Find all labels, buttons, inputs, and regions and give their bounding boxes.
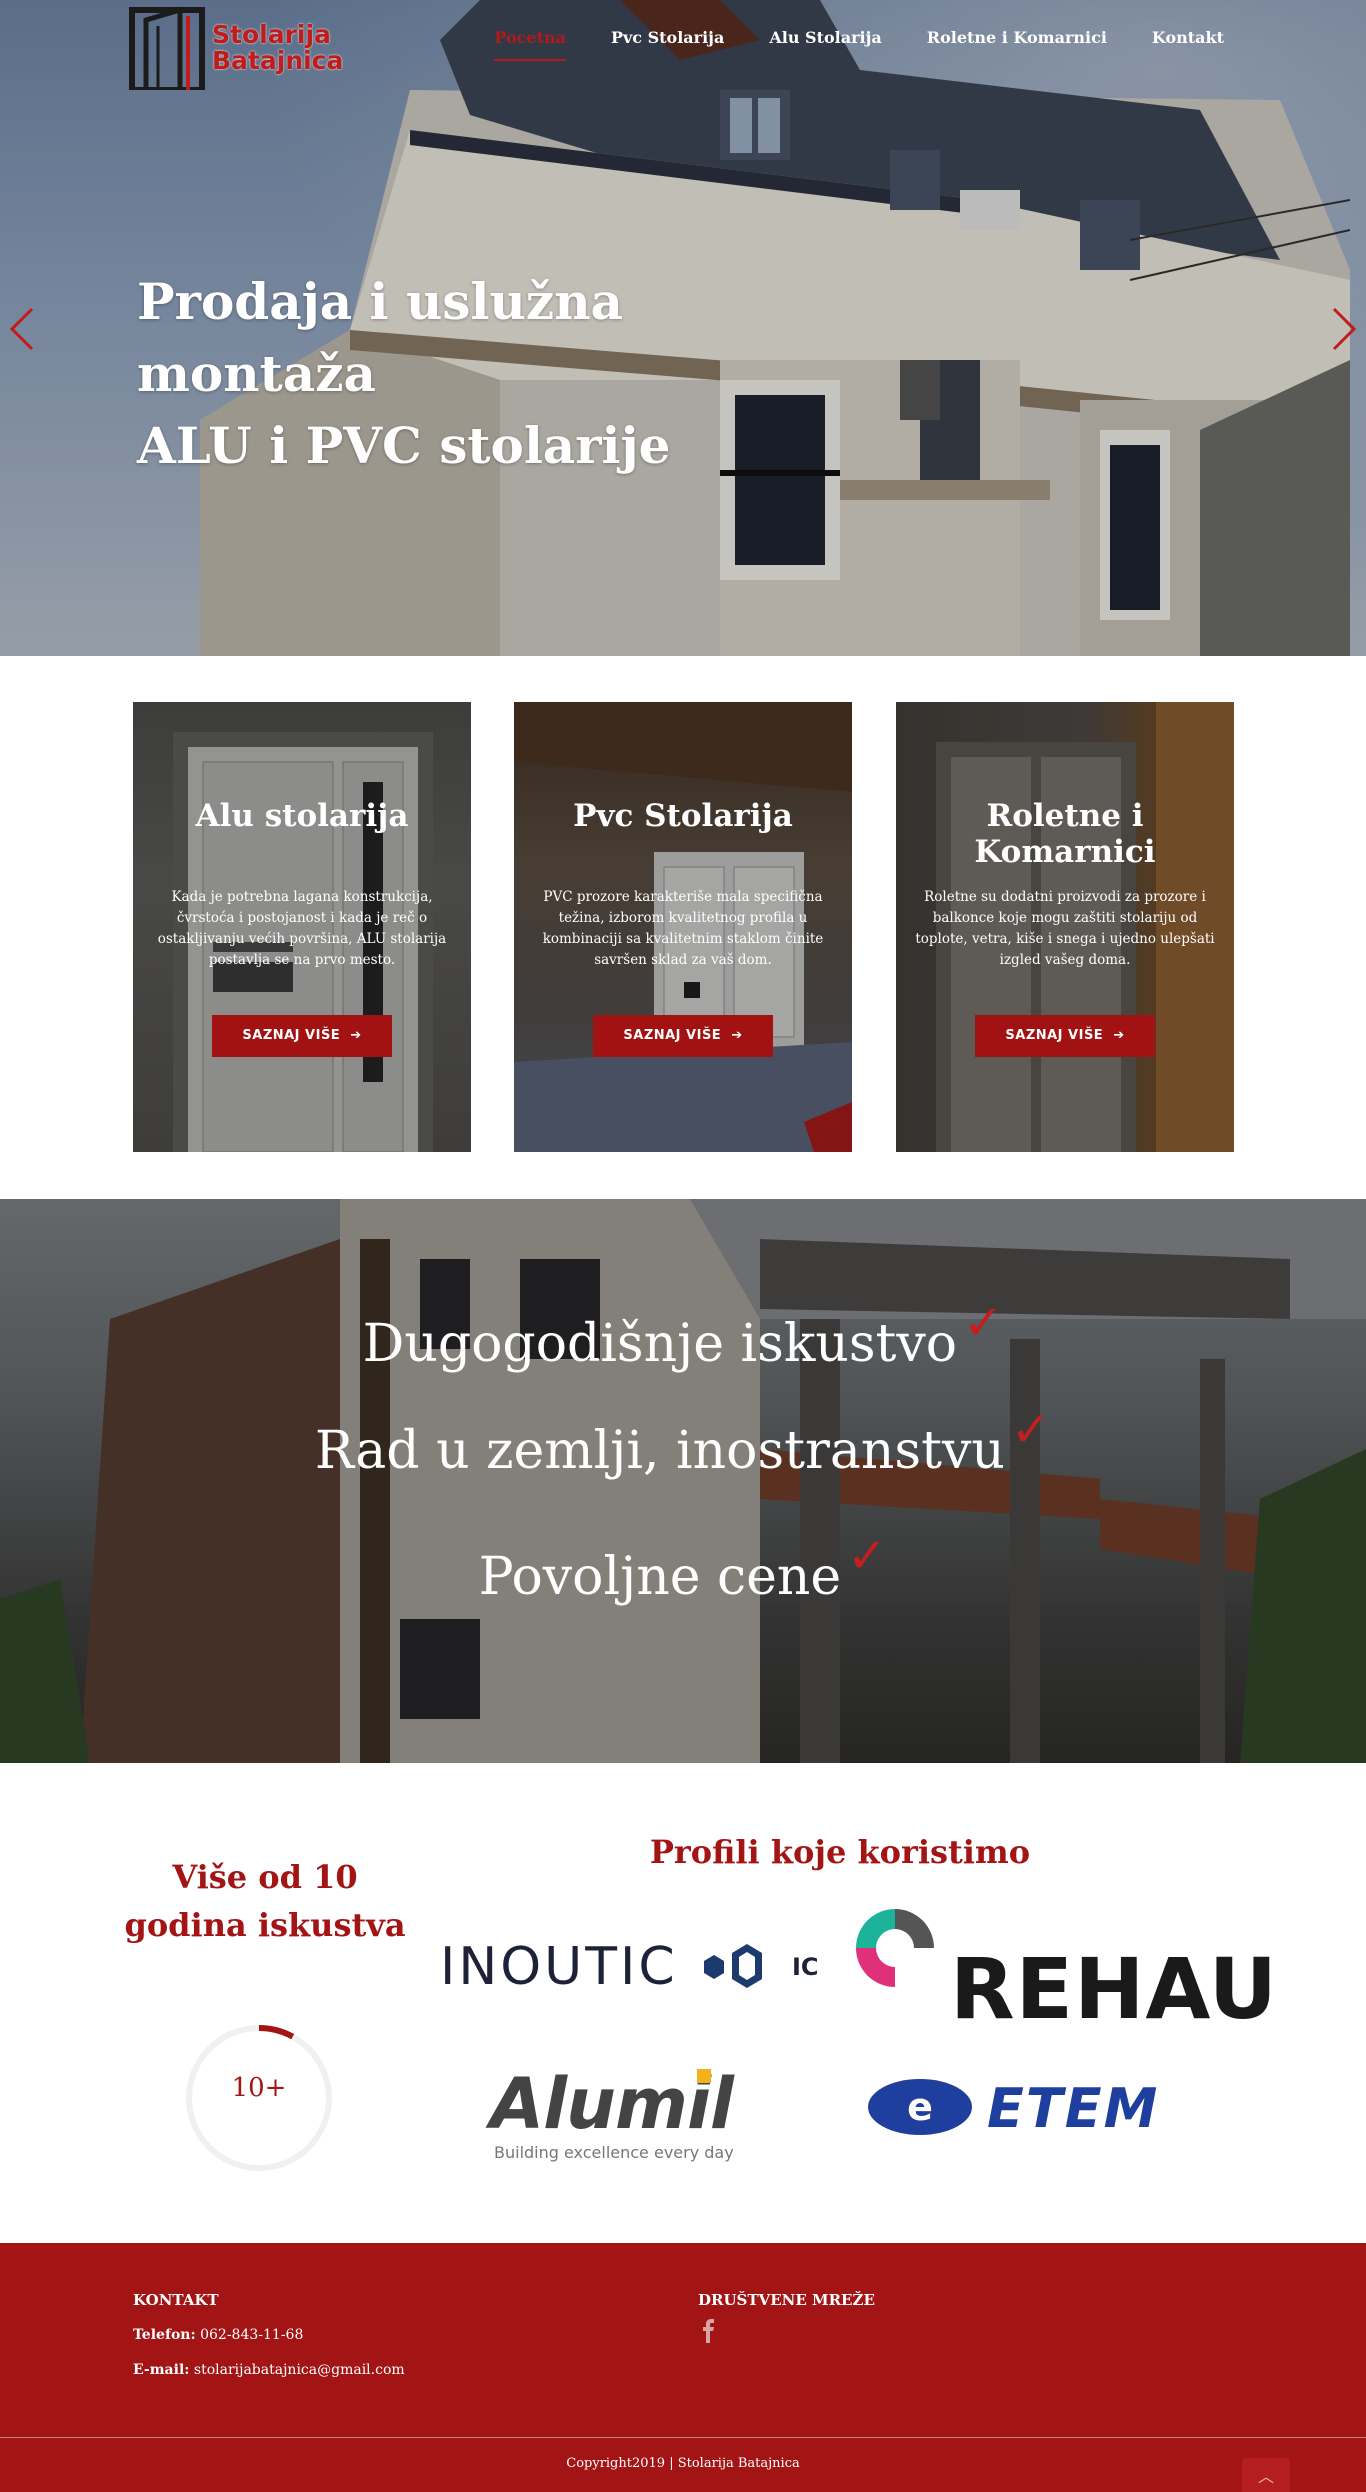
check-icon: ✓	[963, 1295, 1004, 1351]
svg-text:e: e	[907, 2085, 933, 2129]
rehau-swirl-icon	[856, 1909, 934, 1987]
alumil-dot-icon	[697, 2069, 711, 2083]
band-line-text: Povoljne cene	[478, 1547, 842, 1607]
site-footer: KONTAKT Telefon: 062-843-11-68 E-mail: s…	[0, 2243, 1366, 2492]
alumil-tagline: Building excellence every day	[494, 2143, 734, 2162]
inoutic-suffix: IC	[792, 1953, 819, 1981]
service-card-pvc: Pvc Stolarija PVC prozore karakteriše ma…	[514, 702, 852, 1152]
email-value[interactable]: stolarijabatajnica@gmail.com	[194, 2362, 405, 2378]
nav-item-kontakt[interactable]: Kontakt	[1152, 28, 1224, 55]
inoutic-hexagon-icon	[704, 1944, 762, 1988]
arrow-right-icon: ➔	[1113, 1028, 1125, 1043]
card-title: Roletne i Komarnici	[974, 798, 1156, 870]
inoutic-logo: INOUTIC IC	[440, 1931, 830, 2001]
etem-logo: e ETEM	[865, 2071, 1225, 2147]
experience-band: Dugogodišnje iskustvo ✓ Rad u zemlji, ino…	[0, 1199, 1366, 1763]
etem-swoosh-icon: e	[868, 2079, 972, 2135]
card-text: Kada je potrebna lagana konstrukcija, čv…	[157, 889, 447, 968]
rehau-wordmark: REHAU	[950, 1940, 1278, 2038]
arrow-right-icon: ➔	[350, 1028, 362, 1043]
card-text: Roletne su dodatni proizvodi za prozore …	[915, 889, 1215, 968]
profiles-section: Više od 10 godina iskustva 10+ Profili k…	[0, 1763, 1366, 2243]
footer-phone: Telefon: 062-843-11-68	[133, 2327, 303, 2343]
footer-divider	[0, 2437, 1366, 2438]
alumil-logo: Alumil Building excellence every day	[490, 2063, 790, 2163]
nav-item-alu-stolarija[interactable]: Alu Stolarija	[769, 28, 881, 55]
nav-item-pvc-stolarija[interactable]: Pvc Stolarija	[611, 28, 724, 55]
footer-email: E-mail: stolarijabatajnica@gmail.com	[133, 2362, 405, 2378]
phone-label: Telefon:	[133, 2327, 196, 2343]
card-text: PVC prozore karakteriše mala specifična …	[542, 889, 824, 968]
main-nav: Pocetna Pvc Stolarija Alu Stolarija Role…	[494, 28, 1224, 61]
card-title: Alu stolarija	[195, 798, 409, 834]
band-line-iskustvo: Dugogodišnje iskustvo ✓	[0, 1295, 1366, 1374]
logo-door-icon	[129, 6, 205, 90]
footer-social-heading: DRUŠTVENE MREŽE	[698, 2291, 875, 2309]
hero-title-line1: Prodaja i uslužna montaža	[137, 272, 623, 403]
nav-item-pocetna[interactable]: Pocetna	[494, 28, 566, 61]
chevron-up-icon[interactable]: ︿	[1242, 2458, 1290, 2492]
button-label: SAZNAJ VIŠE	[623, 1028, 722, 1043]
chevron-left-icon[interactable]	[8, 305, 36, 353]
services-section: Alu stolarija Kada je potrebna lagana ko…	[0, 656, 1366, 1199]
saznaj-vise-button[interactable]: SAZNAJ VIŠE ➔	[593, 1015, 773, 1057]
logo-line2: Batajnica	[212, 46, 344, 75]
check-icon: ✓	[1010, 1402, 1052, 1458]
service-card-alu: Alu stolarija Kada je potrebna lagana ko…	[133, 702, 471, 1152]
button-label: SAZNAJ VIŠE	[242, 1028, 341, 1043]
band-overlay	[0, 1199, 1366, 1763]
card-title: Pvc Stolarija	[573, 798, 793, 834]
check-icon: ✓	[847, 1528, 888, 1584]
profiles-title: Profili koje koristimo	[649, 1833, 1031, 1871]
band-line-rad: Rad u zemlji, inostranstvu ✓	[0, 1402, 1366, 1481]
band-line-text: Rad u zemlji, inostranstvu	[314, 1421, 1005, 1481]
experience-counter: 10+	[231, 2073, 287, 2103]
hero-slider: Stolarija Batajnica Pocetna Pvc Stolarij…	[0, 0, 1366, 656]
phone-value[interactable]: 062-843-11-68	[200, 2327, 303, 2343]
footer-contact-heading: KONTAKT	[133, 2291, 219, 2309]
facebook-icon[interactable]	[700, 2319, 718, 2343]
band-line-text: Dugogodišnje iskustvo	[362, 1314, 958, 1374]
inoutic-wordmark: INOUTIC	[440, 1937, 678, 1997]
etem-wordmark: ETEM	[987, 2077, 1160, 2140]
footer-copyright: Copyright2019 | Stolarija Batajnica	[566, 2456, 800, 2471]
saznaj-vise-button[interactable]: SAZNAJ VIŠE ➔	[212, 1015, 392, 1057]
band-line-cene: Povoljne cene ✓	[0, 1528, 1366, 1607]
hero-title-line2: ALU i PVC stolarije	[137, 416, 671, 475]
service-card-roletne: Roletne i Komarnici Roletne su dodatni p…	[896, 702, 1234, 1152]
logo-line1: Stolarija	[212, 20, 331, 49]
email-label: E-mail:	[133, 2362, 190, 2378]
logo-text: Stolarija Batajnica	[212, 22, 343, 74]
hero-title: Prodaja i uslužna montaža ALU i PVC stol…	[137, 266, 837, 482]
saznaj-vise-button[interactable]: SAZNAJ VIŠE ➔	[975, 1015, 1155, 1057]
button-label: SAZNAJ VIŠE	[1005, 1028, 1104, 1043]
nav-item-roletne-komarnici[interactable]: Roletne i Komarnici	[927, 28, 1107, 55]
chevron-right-icon[interactable]	[1330, 305, 1358, 353]
site-logo[interactable]: Stolarija Batajnica	[128, 6, 378, 90]
experience-title: Više od 10 godina iskustva	[124, 1858, 406, 1944]
arrow-right-icon: ➔	[731, 1028, 743, 1043]
rehau-logo: REHAU	[850, 1903, 1277, 2033]
